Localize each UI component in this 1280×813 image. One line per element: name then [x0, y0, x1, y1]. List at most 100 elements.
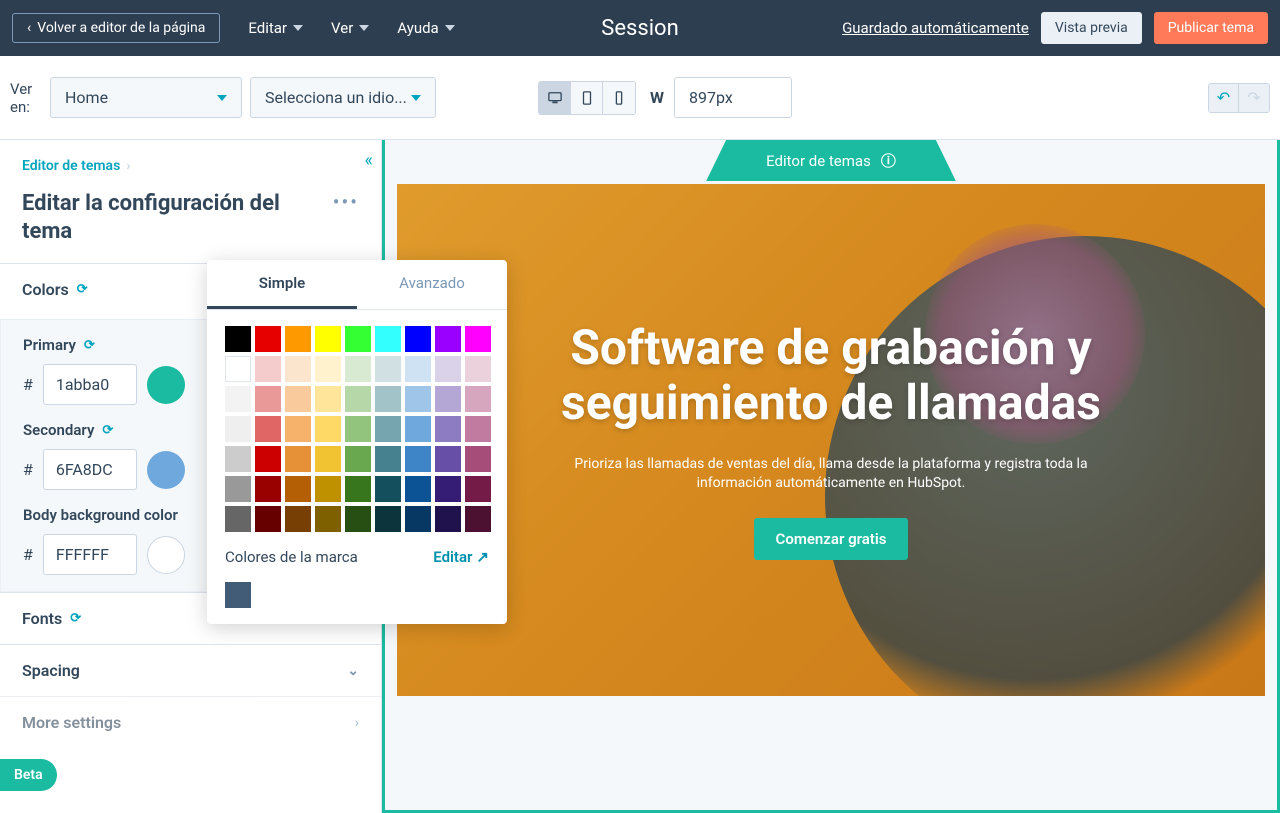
palette-cell[interactable]	[405, 386, 431, 412]
section-more[interactable]: More settings ›	[0, 696, 381, 748]
palette-cell[interactable]	[315, 356, 341, 382]
palette-cell[interactable]	[465, 386, 491, 412]
palette-cell[interactable]	[315, 416, 341, 442]
palette-cell[interactable]	[405, 476, 431, 502]
palette-cell[interactable]	[375, 386, 401, 412]
palette-cell[interactable]	[225, 506, 251, 532]
palette-cell[interactable]	[375, 446, 401, 472]
palette-cell[interactable]	[225, 416, 251, 442]
autosave-link[interactable]: Guardado automáticamente	[842, 19, 1029, 37]
hero-subtitle: Prioriza las llamadas de ventas del día,…	[541, 455, 1121, 494]
palette-cell[interactable]	[375, 476, 401, 502]
width-input[interactable]	[674, 77, 792, 118]
palette-cell[interactable]	[405, 506, 431, 532]
palette-cell[interactable]	[255, 476, 281, 502]
language-select[interactable]: Selecciona un idio...	[250, 77, 436, 118]
palette-cell[interactable]	[345, 506, 371, 532]
palette-cell[interactable]	[255, 446, 281, 472]
palette-cell[interactable]	[435, 476, 461, 502]
refresh-icon: ⟳	[84, 338, 95, 353]
palette-cell[interactable]	[285, 386, 311, 412]
back-button[interactable]: ‹ Volver a editor de la página	[12, 13, 220, 43]
palette-cell[interactable]	[435, 446, 461, 472]
page-select[interactable]: Home	[50, 77, 242, 118]
redo-button[interactable]: ↷	[1239, 84, 1269, 112]
palette-cell[interactable]	[225, 326, 251, 352]
brand-label: Colores de la marca	[225, 548, 358, 566]
device-desktop[interactable]	[539, 82, 571, 114]
palette-cell[interactable]	[345, 416, 371, 442]
palette-cell[interactable]	[465, 326, 491, 352]
bodybg-hex-input[interactable]	[43, 534, 137, 575]
palette-cell[interactable]	[315, 386, 341, 412]
preview-button[interactable]: Vista previa	[1041, 12, 1142, 44]
palette-cell[interactable]	[255, 326, 281, 352]
palette-cell[interactable]	[315, 476, 341, 502]
breadcrumb[interactable]: Editor de temas ›	[0, 140, 381, 184]
primary-hex-input[interactable]	[43, 364, 137, 405]
secondary-swatch[interactable]	[147, 451, 185, 489]
palette-cell[interactable]	[435, 326, 461, 352]
device-tablet[interactable]	[571, 82, 603, 114]
ver-en-label: Ver en:	[10, 80, 42, 116]
palette-cell[interactable]	[435, 386, 461, 412]
palette-cell[interactable]	[285, 326, 311, 352]
section-spacing[interactable]: Spacing ⌄	[0, 644, 381, 696]
palette-cell[interactable]	[465, 356, 491, 382]
undo-button[interactable]: ↶	[1209, 84, 1239, 112]
palette-cell[interactable]	[465, 416, 491, 442]
palette-cell[interactable]	[405, 446, 431, 472]
bodybg-swatch[interactable]	[147, 536, 185, 574]
palette-cell[interactable]	[435, 416, 461, 442]
primary-swatch[interactable]	[147, 366, 185, 404]
palette-cell[interactable]	[255, 416, 281, 442]
more-menu[interactable]: •••	[333, 190, 359, 214]
publish-button[interactable]: Publicar tema	[1154, 12, 1268, 44]
palette-cell[interactable]	[225, 476, 251, 502]
secondary-hex-input[interactable]	[43, 449, 137, 490]
palette-cell[interactable]	[345, 476, 371, 502]
palette-cell[interactable]	[405, 326, 431, 352]
palette-cell[interactable]	[375, 326, 401, 352]
palette-cell[interactable]	[345, 356, 371, 382]
palette-cell[interactable]	[375, 416, 401, 442]
palette-cell[interactable]	[285, 476, 311, 502]
palette-cell[interactable]	[435, 506, 461, 532]
palette-cell[interactable]	[285, 416, 311, 442]
palette-cell[interactable]	[255, 386, 281, 412]
palette-cell[interactable]	[285, 356, 311, 382]
menu-ayuda[interactable]: Ayuda	[397, 19, 454, 37]
palette-cell[interactable]	[315, 506, 341, 532]
palette-cell[interactable]	[285, 506, 311, 532]
palette-cell[interactable]	[225, 446, 251, 472]
palette-cell[interactable]	[285, 446, 311, 472]
tab-simple[interactable]: Simple	[207, 260, 357, 309]
device-mobile[interactable]	[603, 82, 635, 114]
palette-cell[interactable]	[345, 446, 371, 472]
palette-cell[interactable]	[225, 356, 251, 382]
menu-ver[interactable]: Ver	[331, 19, 369, 37]
palette-cell[interactable]	[405, 356, 431, 382]
hero-cta-button[interactable]: Comenzar gratis	[754, 518, 909, 560]
palette-cell[interactable]	[315, 446, 341, 472]
collapse-sidebar[interactable]: «	[365, 150, 373, 171]
palette-cell[interactable]	[255, 506, 281, 532]
edit-brand-link[interactable]: Editar ↗	[433, 548, 489, 566]
palette-cell[interactable]	[465, 476, 491, 502]
palette-cell[interactable]	[435, 356, 461, 382]
palette-cell[interactable]	[225, 386, 251, 412]
menu-editar[interactable]: Editar	[248, 19, 303, 37]
palette-cell[interactable]	[375, 506, 401, 532]
palette-cell[interactable]	[405, 416, 431, 442]
palette-cell[interactable]	[465, 446, 491, 472]
chevron-down-icon: ⌄	[347, 663, 359, 679]
brand-swatch[interactable]	[225, 582, 251, 608]
palette-cell[interactable]	[345, 326, 371, 352]
palette-cell[interactable]	[375, 356, 401, 382]
tab-advanced[interactable]: Avanzado	[357, 260, 507, 309]
palette-cell[interactable]	[465, 506, 491, 532]
info-icon[interactable]: ⓘ	[881, 150, 896, 171]
palette-cell[interactable]	[315, 326, 341, 352]
palette-cell[interactable]	[345, 386, 371, 412]
palette-cell[interactable]	[255, 356, 281, 382]
